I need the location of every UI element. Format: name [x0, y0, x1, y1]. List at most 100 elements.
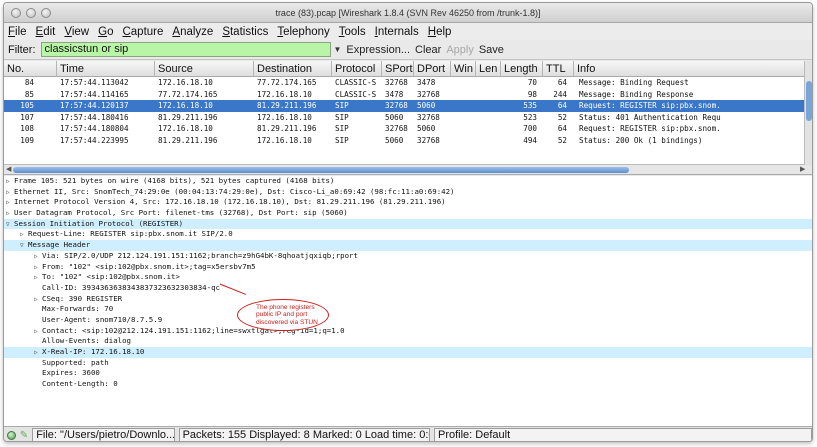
capture-comment-icon[interactable]: ✎ — [20, 430, 28, 441]
detail-text: Request-Line: REGISTER sip:pbx.snom.it S… — [28, 229, 233, 239]
expert-info-icon[interactable] — [7, 430, 16, 440]
detail-tree-item[interactable]: Supported: path — [4, 358, 812, 369]
detail-tree-item[interactable]: ▷ From: "102" <sip:102@pbx.snom.it>;tag=x… — [4, 262, 812, 273]
detail-tree-item[interactable]: ▷ Frame 105: 521 bytes on wire (4168 bits… — [4, 176, 812, 187]
detail-tree-item[interactable]: ▽ Message Header — [4, 240, 812, 251]
status-profile[interactable]: Profile: Default — [434, 428, 812, 441]
packet-row[interactable]: 85 17:57:44.114165 77.72.174.165 172.16.18.… — [4, 89, 804, 101]
column-header-win[interactable]: Win — [451, 61, 476, 77]
menu-statistics[interactable]: Statistics — [222, 26, 268, 38]
cell-dst: 172.16.18.10 — [257, 112, 312, 122]
column-header-time[interactable]: Time — [57, 61, 155, 77]
detail-tree-item[interactable]: ▽ Session Initiation Protocol (REGISTER) — [4, 218, 812, 230]
cell-sport: 5060 — [385, 112, 404, 122]
detail-tree-item[interactable]: ▷ Ethernet II, Src: SnomTech_74:29:0e (00… — [4, 187, 812, 198]
detail-tree-item[interactable]: ▷ Internet Protocol Version 4, Src: 172.1… — [4, 197, 812, 208]
scroll-right-icon[interactable]: ▶ — [800, 165, 805, 175]
column-header-sport[interactable]: SPort — [382, 61, 414, 77]
close-window-button[interactable] — [11, 8, 21, 18]
packet-row[interactable]: 84 17:57:44.113042 172.16.18.10 77.72.174.1… — [4, 77, 804, 89]
column-header-info[interactable]: Info — [574, 61, 804, 77]
clear-filter-button[interactable]: Clear — [415, 44, 441, 56]
cell-no: 84 — [24, 78, 34, 87]
column-header-protocol[interactable]: Protocol — [332, 61, 382, 77]
detail-tree-item[interactable]: ▷ User Datagram Protocol, Src Port: filen… — [4, 208, 812, 219]
column-header-source[interactable]: Source — [155, 61, 254, 77]
menu-file[interactable]: File — [8, 26, 27, 38]
packet-list-vertical-scrollbar[interactable] — [804, 61, 812, 165]
zoom-window-button[interactable] — [41, 8, 51, 18]
detail-tree-item[interactable]: Max-Forwards: 70 — [4, 304, 812, 315]
cell-info: Request: REGISTER sip:pbx.snom. — [579, 101, 721, 110]
cell-length: 70 — [527, 78, 537, 87]
menu-go[interactable]: Go — [98, 26, 113, 38]
menu-capture[interactable]: Capture — [122, 26, 163, 38]
annotation-callout: The phone registers public IP and port d… — [237, 299, 329, 331]
cell-proto: CLASSIC-S — [335, 78, 377, 87]
column-header-ttl[interactable]: TTL — [543, 61, 574, 77]
detail-text: Internet Protocol Version 4, Src: 172.16… — [14, 197, 446, 207]
packet-row[interactable]: 105 17:57:44.120137 172.16.18.10 81.29.211.… — [4, 100, 804, 112]
packet-row[interactable]: 109 17:57:44.223995 81.29.211.196 172.16.18… — [4, 135, 804, 147]
menu-analyze[interactable]: Analyze — [172, 26, 213, 38]
cell-no: 108 — [20, 124, 34, 133]
cell-length: 523 — [523, 112, 537, 122]
cell-dst: 172.16.18.10 — [257, 89, 312, 99]
horizontal-scroll-thumb[interactable] — [13, 167, 629, 173]
packet-list[interactable]: No. Time Source Destination Protocol SPo… — [4, 61, 804, 165]
detail-tree-item[interactable]: Allow-Events: dialog — [4, 336, 812, 347]
cell-dport: 3478 — [417, 78, 436, 87]
detail-tree-item[interactable]: ▷ X-Real-IP: 172.16.18.10 — [4, 347, 812, 358]
column-header-len[interactable]: Len — [476, 61, 501, 77]
detail-text: Session Initiation Protocol (REGISTER) — [14, 218, 184, 228]
menu-view[interactable]: View — [64, 26, 89, 38]
detail-tree-item[interactable]: ▷ CSeq: 390 REGISTER — [4, 294, 812, 305]
cell-src: 81.29.211.196 — [158, 135, 218, 145]
display-filter-input[interactable]: classicstun or sip — [40, 42, 331, 57]
cell-time: 17:57:44.113042 — [60, 78, 129, 87]
packet-row[interactable]: 107 17:57:44.180416 81.29.211.196 172.16.18… — [4, 112, 804, 124]
save-filter-button[interactable]: Save — [479, 44, 504, 56]
packet-row[interactable]: 108 17:57:44.180804 172.16.18.10 81.29.211.… — [4, 123, 804, 135]
packet-details-tree[interactable]: ▷ Frame 105: 521 bytes on wire (4168 bits… — [4, 176, 812, 426]
detail-tree-item[interactable]: ▷ Via: SIP/2.0/UDP 212.124.191.151:1162;b… — [4, 251, 812, 262]
detail-text: Supported: path — [42, 357, 109, 367]
detail-tree-item[interactable]: Content-Length: 0 — [4, 379, 812, 390]
cell-info: Status: 401 Authentication Requ — [579, 112, 721, 122]
column-header-destination[interactable]: Destination — [254, 61, 332, 77]
detail-tree-item[interactable]: User-Agent: snom710/8.7.5.9 — [4, 315, 812, 326]
window-title: trace (83).pcap [Wireshark 1.8.4 (SVN Re… — [275, 7, 541, 18]
cell-dport: 32768 — [417, 89, 440, 99]
detail-tree-item[interactable]: ▷ To: "102" <sip:102@pbx.snom.it> — [4, 272, 812, 283]
detail-text: CSeq: 390 REGISTER — [42, 293, 123, 303]
detail-tree-item[interactable]: ▷ Request-Line: REGISTER sip:pbx.snom.it … — [4, 229, 812, 240]
expression-button[interactable]: Expression... — [346, 44, 410, 56]
column-header-no[interactable]: No. — [4, 61, 57, 77]
packet-list-scroll-thumb[interactable] — [806, 81, 812, 121]
menu-help[interactable]: Help — [428, 26, 452, 38]
cell-no: 85 — [24, 89, 34, 99]
menu-telephony[interactable]: Telephony — [277, 26, 329, 38]
menu-tools[interactable]: Tools — [339, 26, 366, 38]
detail-text: From: "102" <sip:102@pbx.snom.it>;tag=x5… — [42, 261, 256, 271]
filter-label: Filter: — [8, 43, 36, 56]
detail-tree-item[interactable]: ▷ Contact: <sip:102@212.124.191.151:1162;… — [4, 326, 812, 337]
minimize-window-button[interactable] — [26, 8, 36, 18]
cell-dst: 81.29.211.196 — [257, 101, 317, 110]
cell-dport: 5060 — [417, 124, 436, 133]
column-header-length[interactable]: Length — [501, 61, 543, 77]
detail-text: Via: SIP/2.0/UDP 212.124.191.151:1162;br… — [42, 250, 358, 260]
cell-sport: 3478 — [385, 89, 404, 99]
scroll-left-icon[interactable]: ◀ — [6, 165, 11, 175]
filter-history-dropdown-icon[interactable]: ▼ — [334, 45, 342, 54]
menu-internals[interactable]: Internals — [375, 26, 419, 38]
cell-proto: SIP — [335, 112, 349, 122]
menu-edit[interactable]: Edit — [36, 26, 56, 38]
detail-tree-item[interactable]: Call-ID: 3934363638343837323632303834-qc — [4, 283, 812, 294]
cell-src: 172.16.18.10 — [158, 124, 213, 133]
cell-src: 81.29.211.196 — [158, 112, 218, 122]
packet-list-horizontal-scrollbar[interactable]: ◀ ▶ — [4, 165, 812, 175]
column-header-dport[interactable]: DPort — [414, 61, 451, 77]
detail-tree-item[interactable]: Expires: 3600 — [4, 368, 812, 379]
apply-filter-button[interactable]: Apply — [446, 44, 474, 56]
